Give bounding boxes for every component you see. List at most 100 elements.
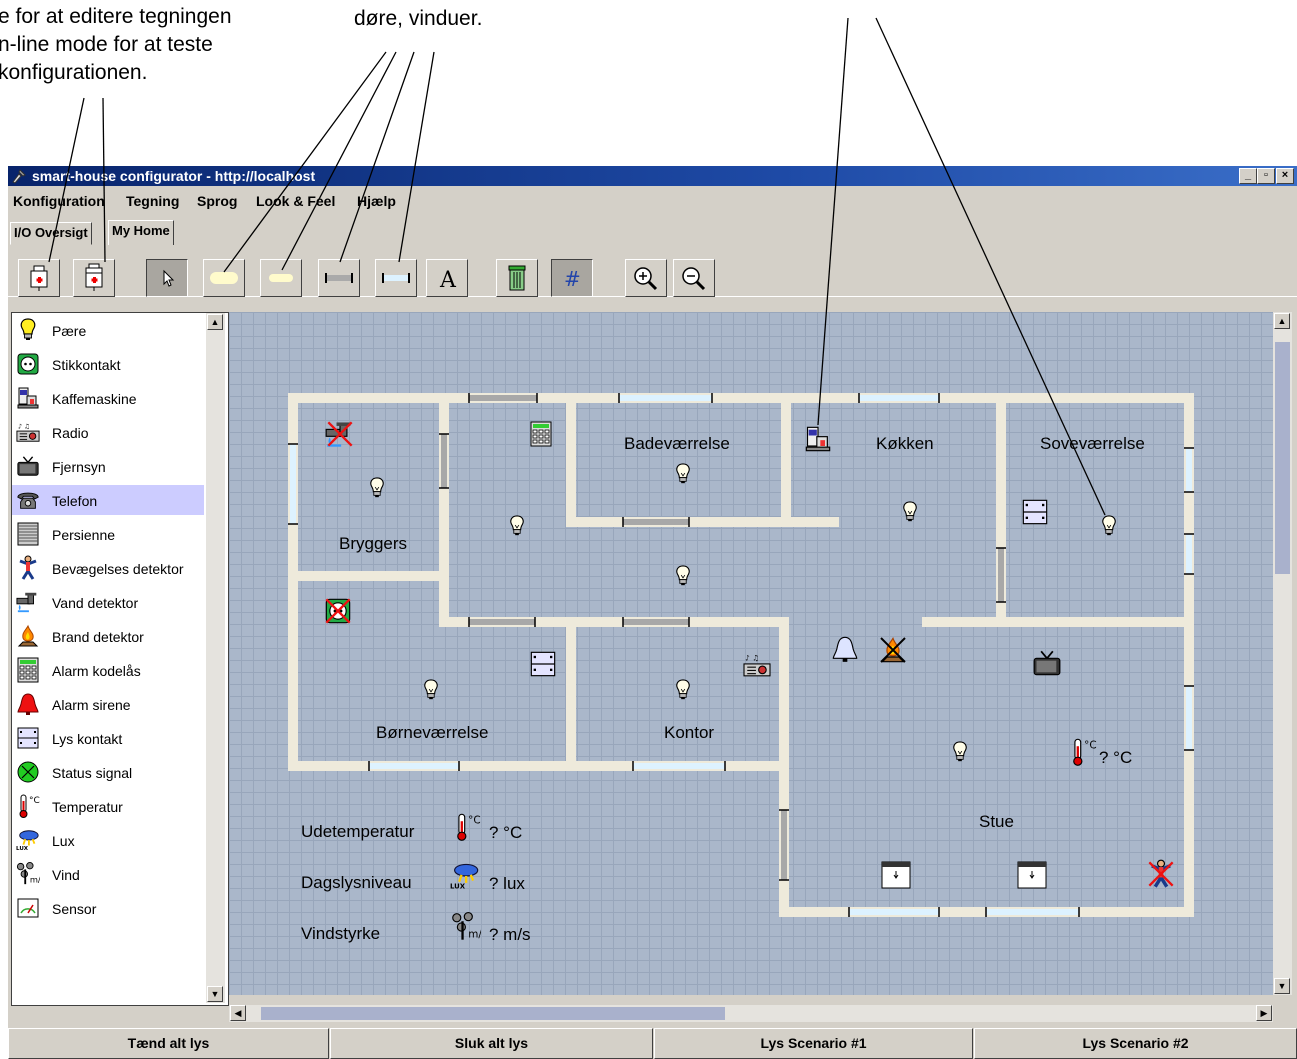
text-icon: A [439, 268, 457, 293]
zoom-out-button[interactable] [673, 259, 715, 297]
bulb-icon[interactable] [672, 678, 694, 702]
socket-icon[interactable] [324, 597, 352, 625]
socket-icon [16, 351, 40, 377]
select-tool-button[interactable] [146, 259, 188, 297]
floor-plan-canvas[interactable]: Bryggers Badeværrelse Køkken Soveværrels… [229, 312, 1273, 995]
palette-item-temperatur[interactable]: Temperatur [12, 791, 204, 821]
window-title: smart-house configurator - http://localh… [32, 168, 316, 184]
bulb-icon[interactable] [672, 564, 694, 588]
close-button[interactable]: × [1276, 168, 1294, 184]
annotation-left: e for at editere tegningen n-line mode f… [0, 5, 232, 84]
thermometer-icon[interactable] [453, 812, 481, 842]
trash-icon [508, 265, 526, 291]
palette-item-brand-detektor[interactable]: Brand detektor [12, 621, 204, 651]
text-tool-button[interactable]: A [426, 259, 468, 297]
bulb-icon[interactable] [949, 740, 971, 764]
coffee-machine-icon[interactable] [804, 425, 832, 453]
wind-icon[interactable] [451, 912, 481, 942]
canvas-scroll-right-button[interactable]: ▶ [1256, 1005, 1272, 1021]
menu-tegning[interactable]: Tegning [126, 193, 179, 209]
light-switch-icon[interactable] [529, 650, 557, 678]
menu-konfiguration[interactable]: Konfiguration [13, 193, 105, 209]
blind-icon[interactable] [1017, 861, 1047, 889]
keypad-icon[interactable] [529, 420, 553, 448]
palette-item-paere[interactable]: Pære [12, 315, 204, 345]
delete-button[interactable] [496, 259, 538, 297]
light-scenario-2-button[interactable]: Lys Scenario #2 [974, 1028, 1297, 1059]
canvas-horizontal-scrollbar[interactable]: ◀ ▶ [229, 1005, 1273, 1022]
zoom-in-icon [634, 267, 658, 291]
menu-hjaelp[interactable]: Hjælp [357, 193, 396, 209]
radio-icon[interactable] [741, 652, 773, 678]
bulb-icon[interactable] [672, 462, 694, 486]
palette-item-alarm-sirene[interactable]: Alarm sirene [12, 689, 204, 719]
canvas-vertical-scroll-thumb[interactable] [1275, 342, 1290, 574]
edit-mode-button[interactable] [18, 259, 60, 297]
palette-item-lys-kontakt[interactable]: Lys kontakt [12, 723, 204, 753]
palette-item-status-signal[interactable]: Status signal [12, 757, 204, 787]
light-switch-icon [16, 725, 40, 751]
tv-icon[interactable] [1031, 649, 1063, 677]
siren-icon[interactable] [831, 635, 859, 663]
palette-item-telefon[interactable]: Telefon [12, 485, 204, 515]
palette-item-vind[interactable]: Vind [12, 859, 204, 889]
blind-icon [16, 521, 40, 547]
wall-light-tool-button[interactable] [260, 259, 302, 297]
palette-item-radio[interactable]: Radio [12, 417, 204, 447]
fire-detector-icon[interactable] [879, 636, 907, 664]
menu-sprog[interactable]: Sprog [197, 193, 237, 209]
wall-tool-button[interactable] [203, 259, 245, 297]
canvas-scroll-left-button[interactable]: ◀ [230, 1005, 246, 1021]
tab-my-home[interactable]: My Home [108, 220, 174, 245]
online-mode-button[interactable] [73, 259, 115, 297]
door-tool-button[interactable] [318, 259, 360, 297]
wind-icon [16, 861, 40, 887]
tab-io-oversigt[interactable]: I/O Oversigt [10, 222, 92, 245]
light-scenario-1-button[interactable]: Lys Scenario #1 [654, 1028, 973, 1059]
canvas-horizontal-scroll-thumb[interactable] [261, 1007, 725, 1020]
title-bar[interactable]: smart-house configurator - http://localh… [8, 166, 1297, 186]
bulb-icon[interactable] [366, 476, 388, 500]
all-lights-on-button[interactable]: Tænd alt lys [8, 1028, 329, 1059]
palette-item-bevaegelses-detektor[interactable]: Bevægelses detektor [12, 553, 204, 583]
bulb-icon[interactable] [1098, 514, 1120, 538]
pointer-icon [163, 269, 175, 287]
palette-item-sensor[interactable]: Sensor [12, 893, 204, 923]
siren-icon [16, 691, 40, 717]
palette-item-stikkontakt[interactable]: Stikkontakt [12, 349, 204, 379]
blind-icon[interactable] [881, 861, 911, 889]
zoom-in-button[interactable] [625, 259, 667, 297]
motion-detector-icon[interactable] [1147, 859, 1175, 889]
canvas-scroll-down-button[interactable]: ▼ [1274, 978, 1290, 994]
palette-item-alarm-kodelaas[interactable]: Alarm kodelås [12, 655, 204, 685]
bulb-icon[interactable] [420, 678, 442, 702]
menu-look-feel[interactable]: Look & Feel [256, 193, 335, 209]
minimize-button[interactable]: _ [1239, 168, 1257, 184]
all-lights-off-button[interactable]: Sluk alt lys [330, 1028, 653, 1059]
thermometer-icon[interactable] [1069, 737, 1097, 767]
canvas-scroll-up-button[interactable]: ▲ [1274, 313, 1290, 329]
app-window: smart-house configurator - http://localh… [8, 166, 1297, 1059]
palette-item-kaffemaskine[interactable]: Kaffemaskine [12, 383, 204, 413]
palette-item-vand-detektor[interactable]: Vand detektor [12, 587, 204, 617]
bulb-icon[interactable] [899, 500, 921, 524]
palette-scroll-down-button[interactable]: ▼ [207, 986, 223, 1002]
palette-scrollbar[interactable]: ▲ ▼ [206, 313, 225, 1003]
light-switch-icon[interactable] [1021, 498, 1049, 526]
room-label-badevaerelse: Badeværrelse [624, 434, 730, 453]
lux-icon[interactable] [450, 861, 480, 891]
tv-icon [16, 453, 40, 479]
lux-icon [16, 827, 40, 853]
grid-toggle-button[interactable]: # [551, 259, 593, 297]
palette-item-persienne[interactable]: Persienne [12, 519, 204, 549]
sensor-icon [16, 895, 40, 921]
bulb-icon[interactable] [506, 514, 528, 538]
window-tool-button[interactable] [375, 259, 417, 297]
palette-item-fjernsyn[interactable]: Fjernsyn [12, 451, 204, 481]
palette-item-lux[interactable]: Lux [12, 825, 204, 855]
wind-speed-value: ? m/s [489, 925, 531, 944]
water-detector-icon[interactable] [325, 420, 355, 448]
palette-scroll-up-button[interactable]: ▲ [207, 314, 223, 330]
maximize-button[interactable]: ▫ [1257, 168, 1275, 184]
canvas-vertical-scrollbar[interactable]: ▲ ▼ [1273, 312, 1292, 995]
